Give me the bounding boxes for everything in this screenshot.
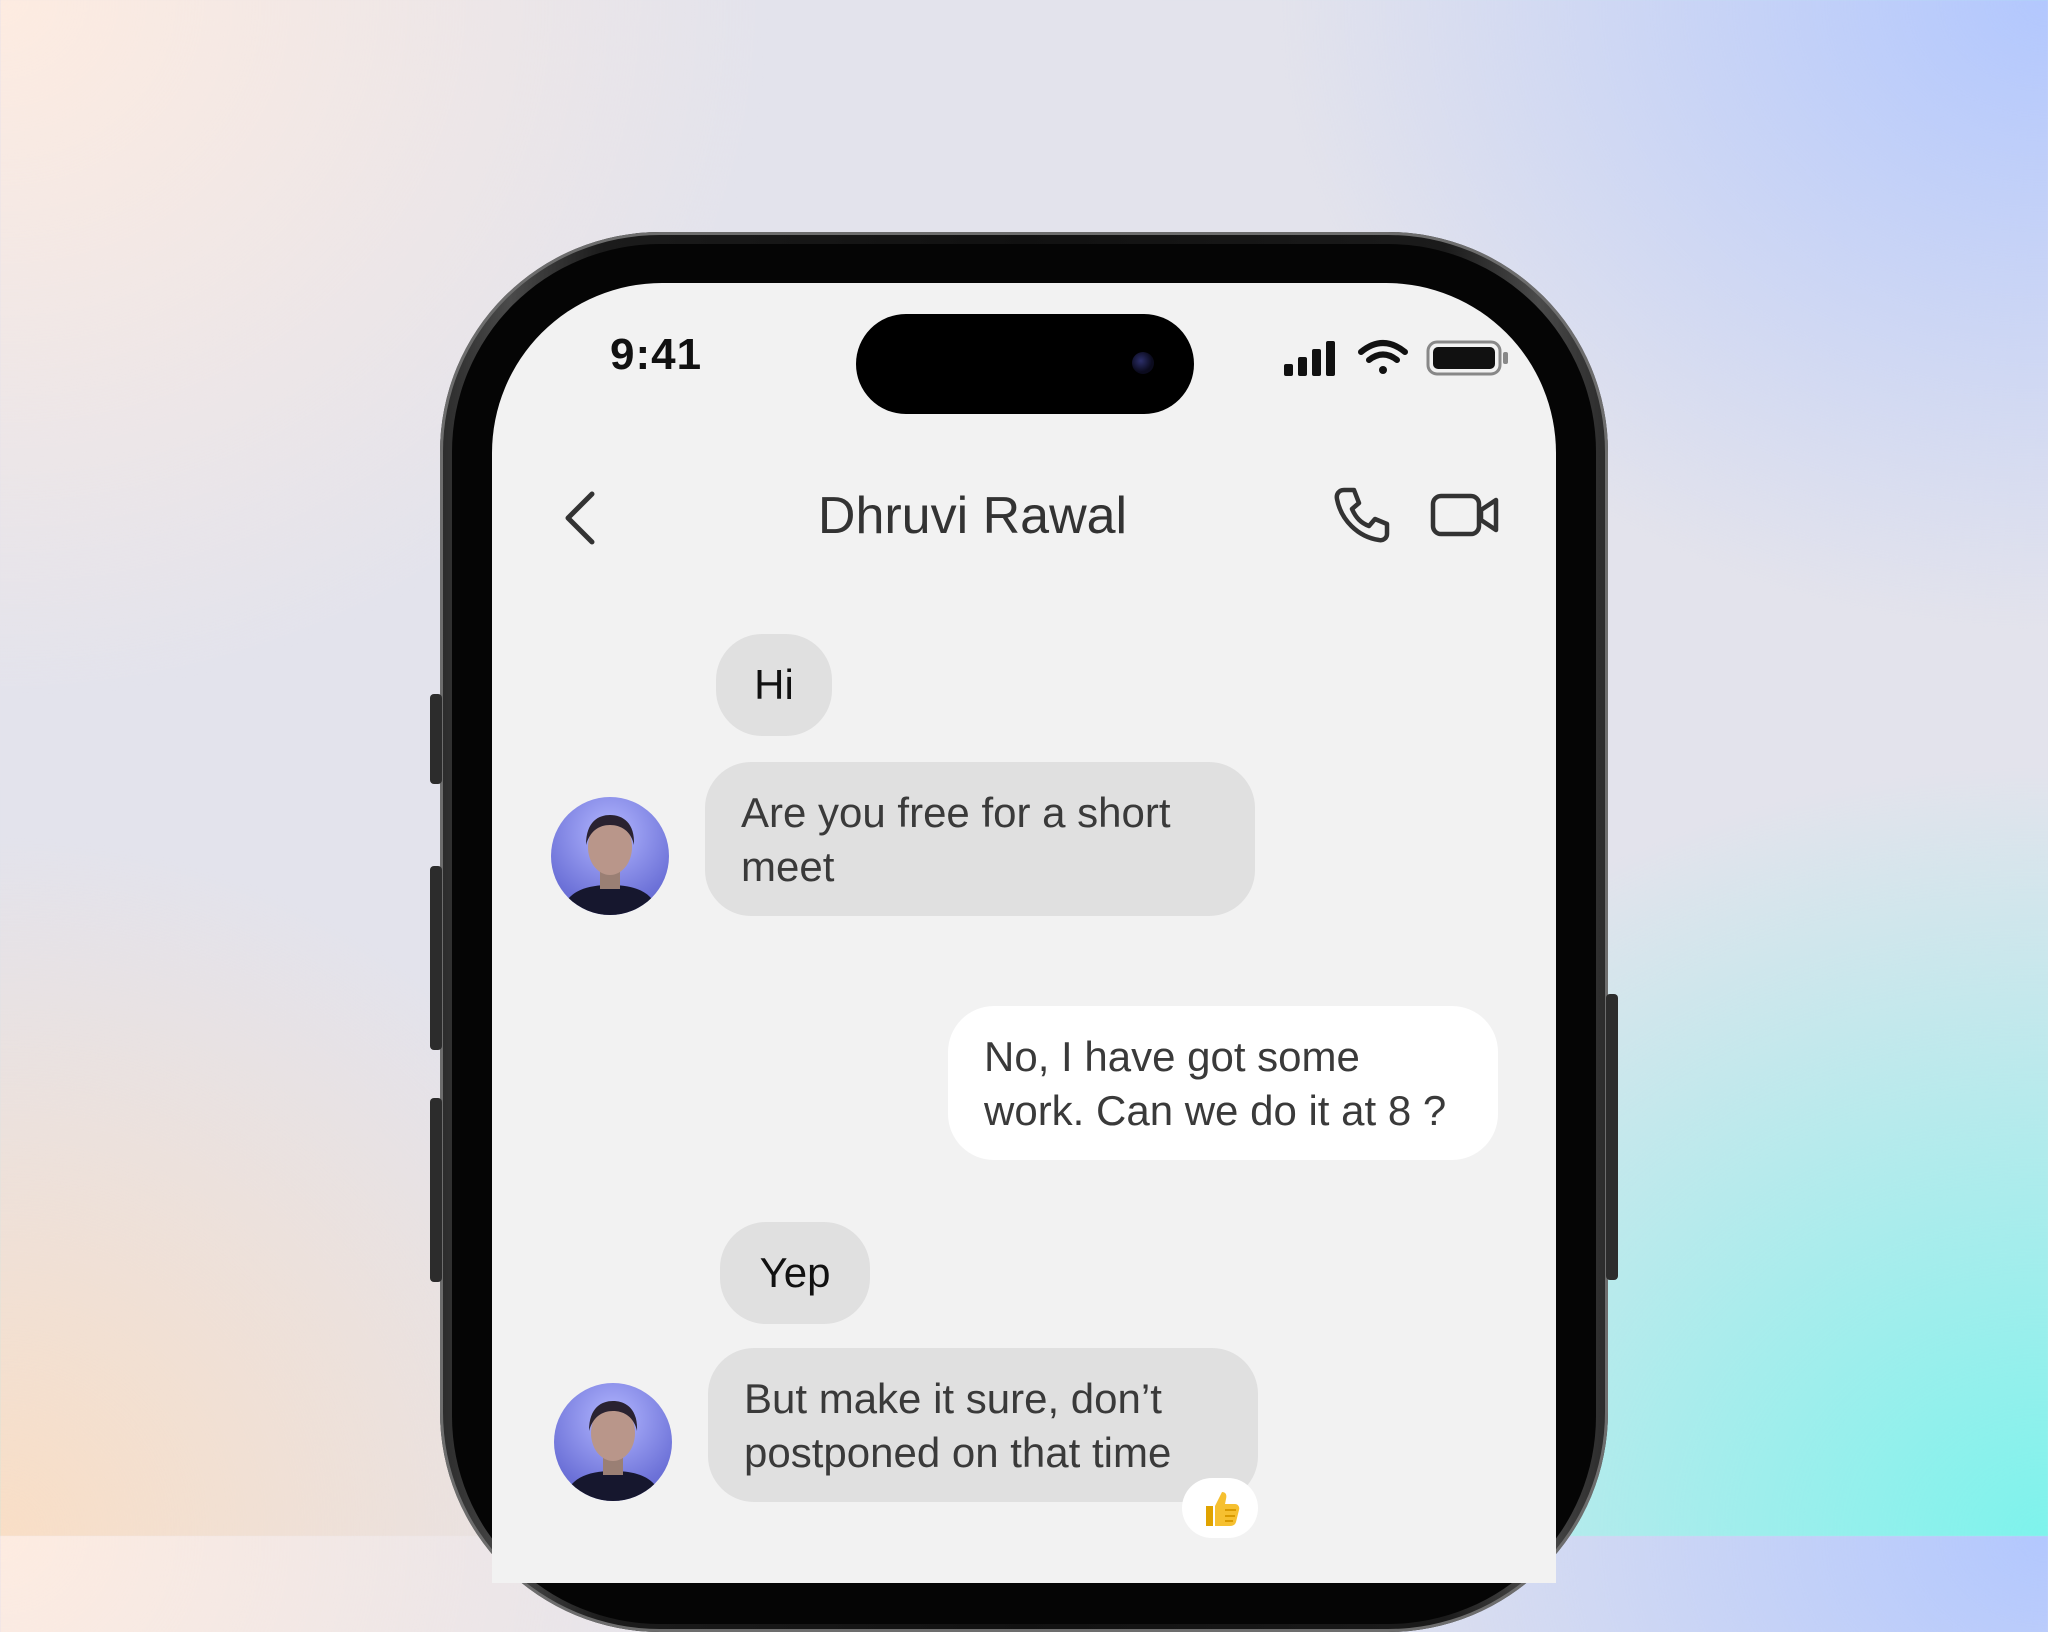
phone-icon[interactable] (1330, 484, 1392, 546)
power-button (1606, 994, 1618, 1280)
message-text: No, I have got some work. Can we do it a… (984, 1033, 1447, 1134)
message-reaction[interactable] (1182, 1478, 1258, 1538)
message-text: But make it sure, don’t postponed on tha… (744, 1375, 1172, 1476)
chevron-left-icon[interactable] (560, 488, 604, 548)
contact-name: Dhruvi Rawal (817, 487, 1128, 545)
wifi-icon (1358, 340, 1408, 374)
front-camera (1132, 352, 1154, 374)
message-text: Hi (754, 661, 794, 708)
message-bubble-outgoing[interactable]: No, I have got some work. Can we do it a… (948, 1006, 1498, 1160)
volume-down-button (430, 1098, 442, 1282)
message-bubble-incoming[interactable]: Yep (720, 1222, 870, 1324)
message-bubble-incoming[interactable]: Are you free for a short meet (705, 762, 1255, 916)
status-icons (1284, 340, 1508, 376)
message-text: Yep (759, 1249, 831, 1296)
video-camera-icon[interactable] (1430, 490, 1500, 540)
avatar (554, 1383, 672, 1501)
thumbs-up-icon (1206, 1492, 1240, 1526)
avatar-portrait (564, 1401, 662, 1501)
message-bubble-incoming[interactable]: But make it sure, don’t postponed on tha… (708, 1348, 1258, 1502)
avatar (551, 797, 669, 915)
volume-up-button (430, 866, 442, 1050)
avatar-portrait (561, 815, 659, 915)
action-button (430, 694, 442, 784)
message-bubble-incoming[interactable]: Hi (716, 634, 832, 736)
message-text: Are you free for a short meet (741, 789, 1171, 890)
battery-icon (1426, 340, 1508, 376)
cellular-signal-icon (1284, 341, 1335, 376)
status-time: 9:41 (610, 330, 703, 379)
